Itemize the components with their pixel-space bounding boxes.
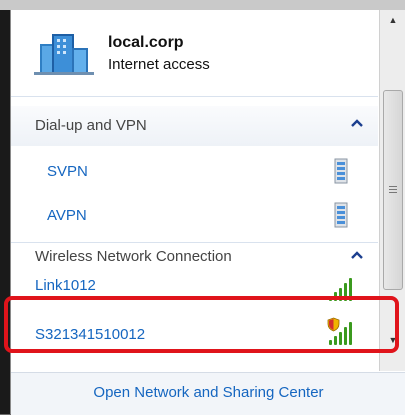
connection-label: Link1012 (35, 277, 96, 294)
scroll-up-arrow-icon[interactable]: ▲ (380, 10, 405, 30)
scrollbar-thumb[interactable] (383, 90, 403, 290)
window-top-strip (0, 0, 405, 10)
open-network-sharing-center-link[interactable]: Open Network and Sharing Center (11, 384, 405, 401)
current-network-name: local.corp (108, 34, 184, 51)
list-item-link1012[interactable]: Link1012 (11, 273, 378, 307)
network-flyout-panel: local.corp Internet access Dial-up and V… (10, 10, 405, 415)
list-item-s321341510012[interactable]: S321341510012 (11, 313, 378, 357)
flyout-footer: Open Network and Sharing Center (11, 372, 405, 415)
section-title: Dial-up and VPN (35, 117, 147, 134)
current-network-status: Internet access (108, 56, 210, 73)
section-title: Wireless Network Connection (35, 248, 232, 265)
security-shield-icon (327, 317, 340, 332)
scroll-down-arrow-icon[interactable]: ▼ (380, 330, 405, 350)
collapse-chevron-icon[interactable] (348, 246, 366, 264)
divider (11, 96, 378, 97)
current-network-header: local.corp Internet access (11, 10, 378, 96)
list-item-svpn[interactable]: SVPN (11, 150, 378, 194)
connection-label: SVPN (47, 163, 88, 180)
connection-label: S321341510012 (35, 326, 146, 343)
collapse-chevron-icon[interactable] (348, 114, 366, 132)
connection-label: AVPN (47, 207, 87, 224)
network-building-icon (34, 34, 94, 75)
wifi-signal-shield-icon (327, 317, 355, 345)
vpn-server-icon (334, 158, 348, 184)
section-header-wireless[interactable]: Wireless Network Connection (11, 243, 378, 273)
wifi-signal-icon (329, 277, 355, 301)
window-frame: local.corp Internet access Dial-up and V… (0, 0, 405, 415)
network-list: local.corp Internet access Dial-up and V… (11, 10, 378, 371)
vertical-scrollbar[interactable]: ▲ ▼ (379, 10, 405, 371)
vpn-server-icon (334, 202, 348, 228)
section-header-dialup-vpn[interactable]: Dial-up and VPN (11, 106, 378, 146)
list-item-avpn[interactable]: AVPN (11, 194, 378, 238)
